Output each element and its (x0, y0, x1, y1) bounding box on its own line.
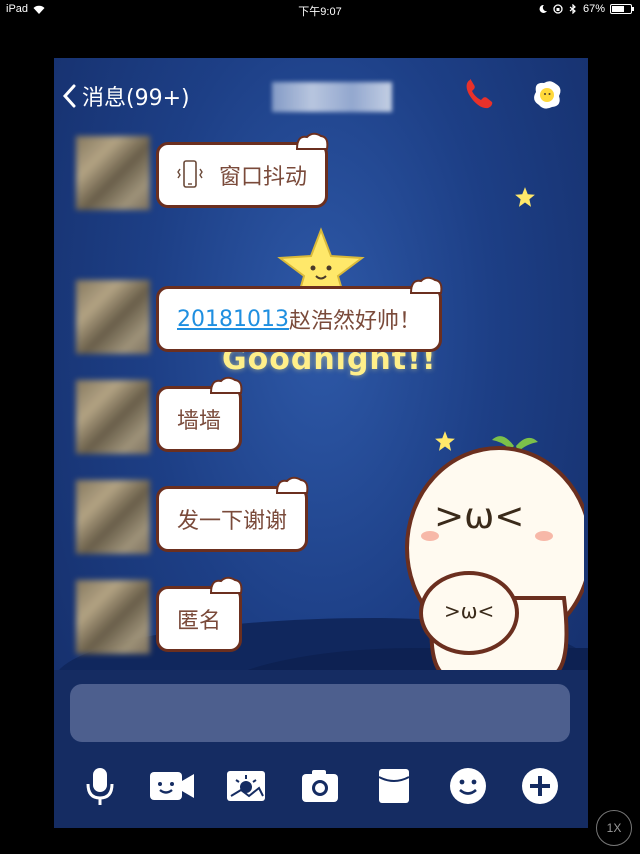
phone-call-icon[interactable] (462, 76, 498, 112)
message-text: 墙墙 (177, 409, 222, 434)
zoom-badge[interactable]: 1X (596, 810, 632, 846)
battery-percent: 67% (582, 3, 605, 15)
svg-text:>ω<: >ω< (444, 599, 494, 623)
chat-header: 消息(99+) (54, 58, 588, 134)
moon-icon (539, 4, 547, 13)
video-call-button[interactable] (148, 762, 196, 810)
avatar[interactable] (76, 580, 150, 654)
plus-icon (522, 768, 558, 804)
svg-text:>ω<: >ω< (434, 496, 524, 537)
emoji-icon (450, 768, 486, 804)
more-button[interactable] (516, 762, 564, 810)
avatar[interactable] (76, 136, 150, 210)
bubble-ears-decoration (409, 276, 443, 294)
camera-button[interactable] (296, 762, 344, 810)
message-link[interactable]: 20181013 (177, 307, 289, 332)
bubble-ears-decoration (210, 576, 243, 594)
avatar[interactable] (76, 380, 150, 454)
avatar[interactable] (76, 280, 150, 354)
avatar[interactable] (76, 480, 150, 554)
back-button[interactable]: 消息(99+) (62, 80, 190, 112)
back-label: 消息(99+) (82, 86, 190, 111)
message-bubble[interactable]: 窗口抖动 (156, 132, 329, 208)
microphone-icon (86, 768, 114, 805)
red-packet-icon (378, 769, 410, 803)
input-toolbar (54, 758, 588, 818)
contact-name-blurred (272, 82, 392, 112)
message-text: 匿名 (177, 609, 222, 634)
voice-button[interactable] (76, 762, 124, 810)
chevron-left-icon (62, 84, 76, 108)
fried-egg-icon[interactable] (530, 78, 564, 112)
message-text: 发一下谢谢 (177, 509, 288, 534)
chat-screen: Goodnight!! >ω< >ω< 消息(99+) 窗口抖动 2018101… (54, 58, 588, 828)
message-bubble[interactable]: 20181013 赵浩然好帅！ (156, 276, 443, 352)
message-input[interactable] (70, 684, 570, 742)
orientation-lock-icon (553, 4, 563, 14)
message-bubble[interactable]: 墙墙 (156, 376, 243, 452)
star-icon (515, 187, 535, 207)
bubble-ears-decoration (276, 476, 309, 494)
camera-icon (302, 770, 338, 802)
bubble-ears-decoration (296, 132, 329, 150)
image-icon (227, 771, 265, 801)
status-bar: iPad 下午9:07 67% (0, 0, 640, 20)
message-bubble[interactable]: 发一下谢谢 (156, 476, 309, 552)
message-text: 赵浩然好帅！ (288, 309, 421, 334)
window-shake-icon (177, 160, 203, 188)
message-text: 窗口抖动 (219, 165, 308, 190)
image-button[interactable] (222, 762, 270, 810)
message-bubble[interactable]: 匿名 (156, 576, 243, 652)
emoji-button[interactable] (444, 762, 492, 810)
bluetooth-icon (569, 4, 576, 14)
battery-icon (610, 4, 634, 14)
video-call-icon (150, 772, 194, 800)
bubble-ears-decoration (210, 376, 243, 394)
red-packet-button[interactable] (370, 762, 418, 810)
mascot-illustration: >ω< >ω< (405, 436, 584, 678)
